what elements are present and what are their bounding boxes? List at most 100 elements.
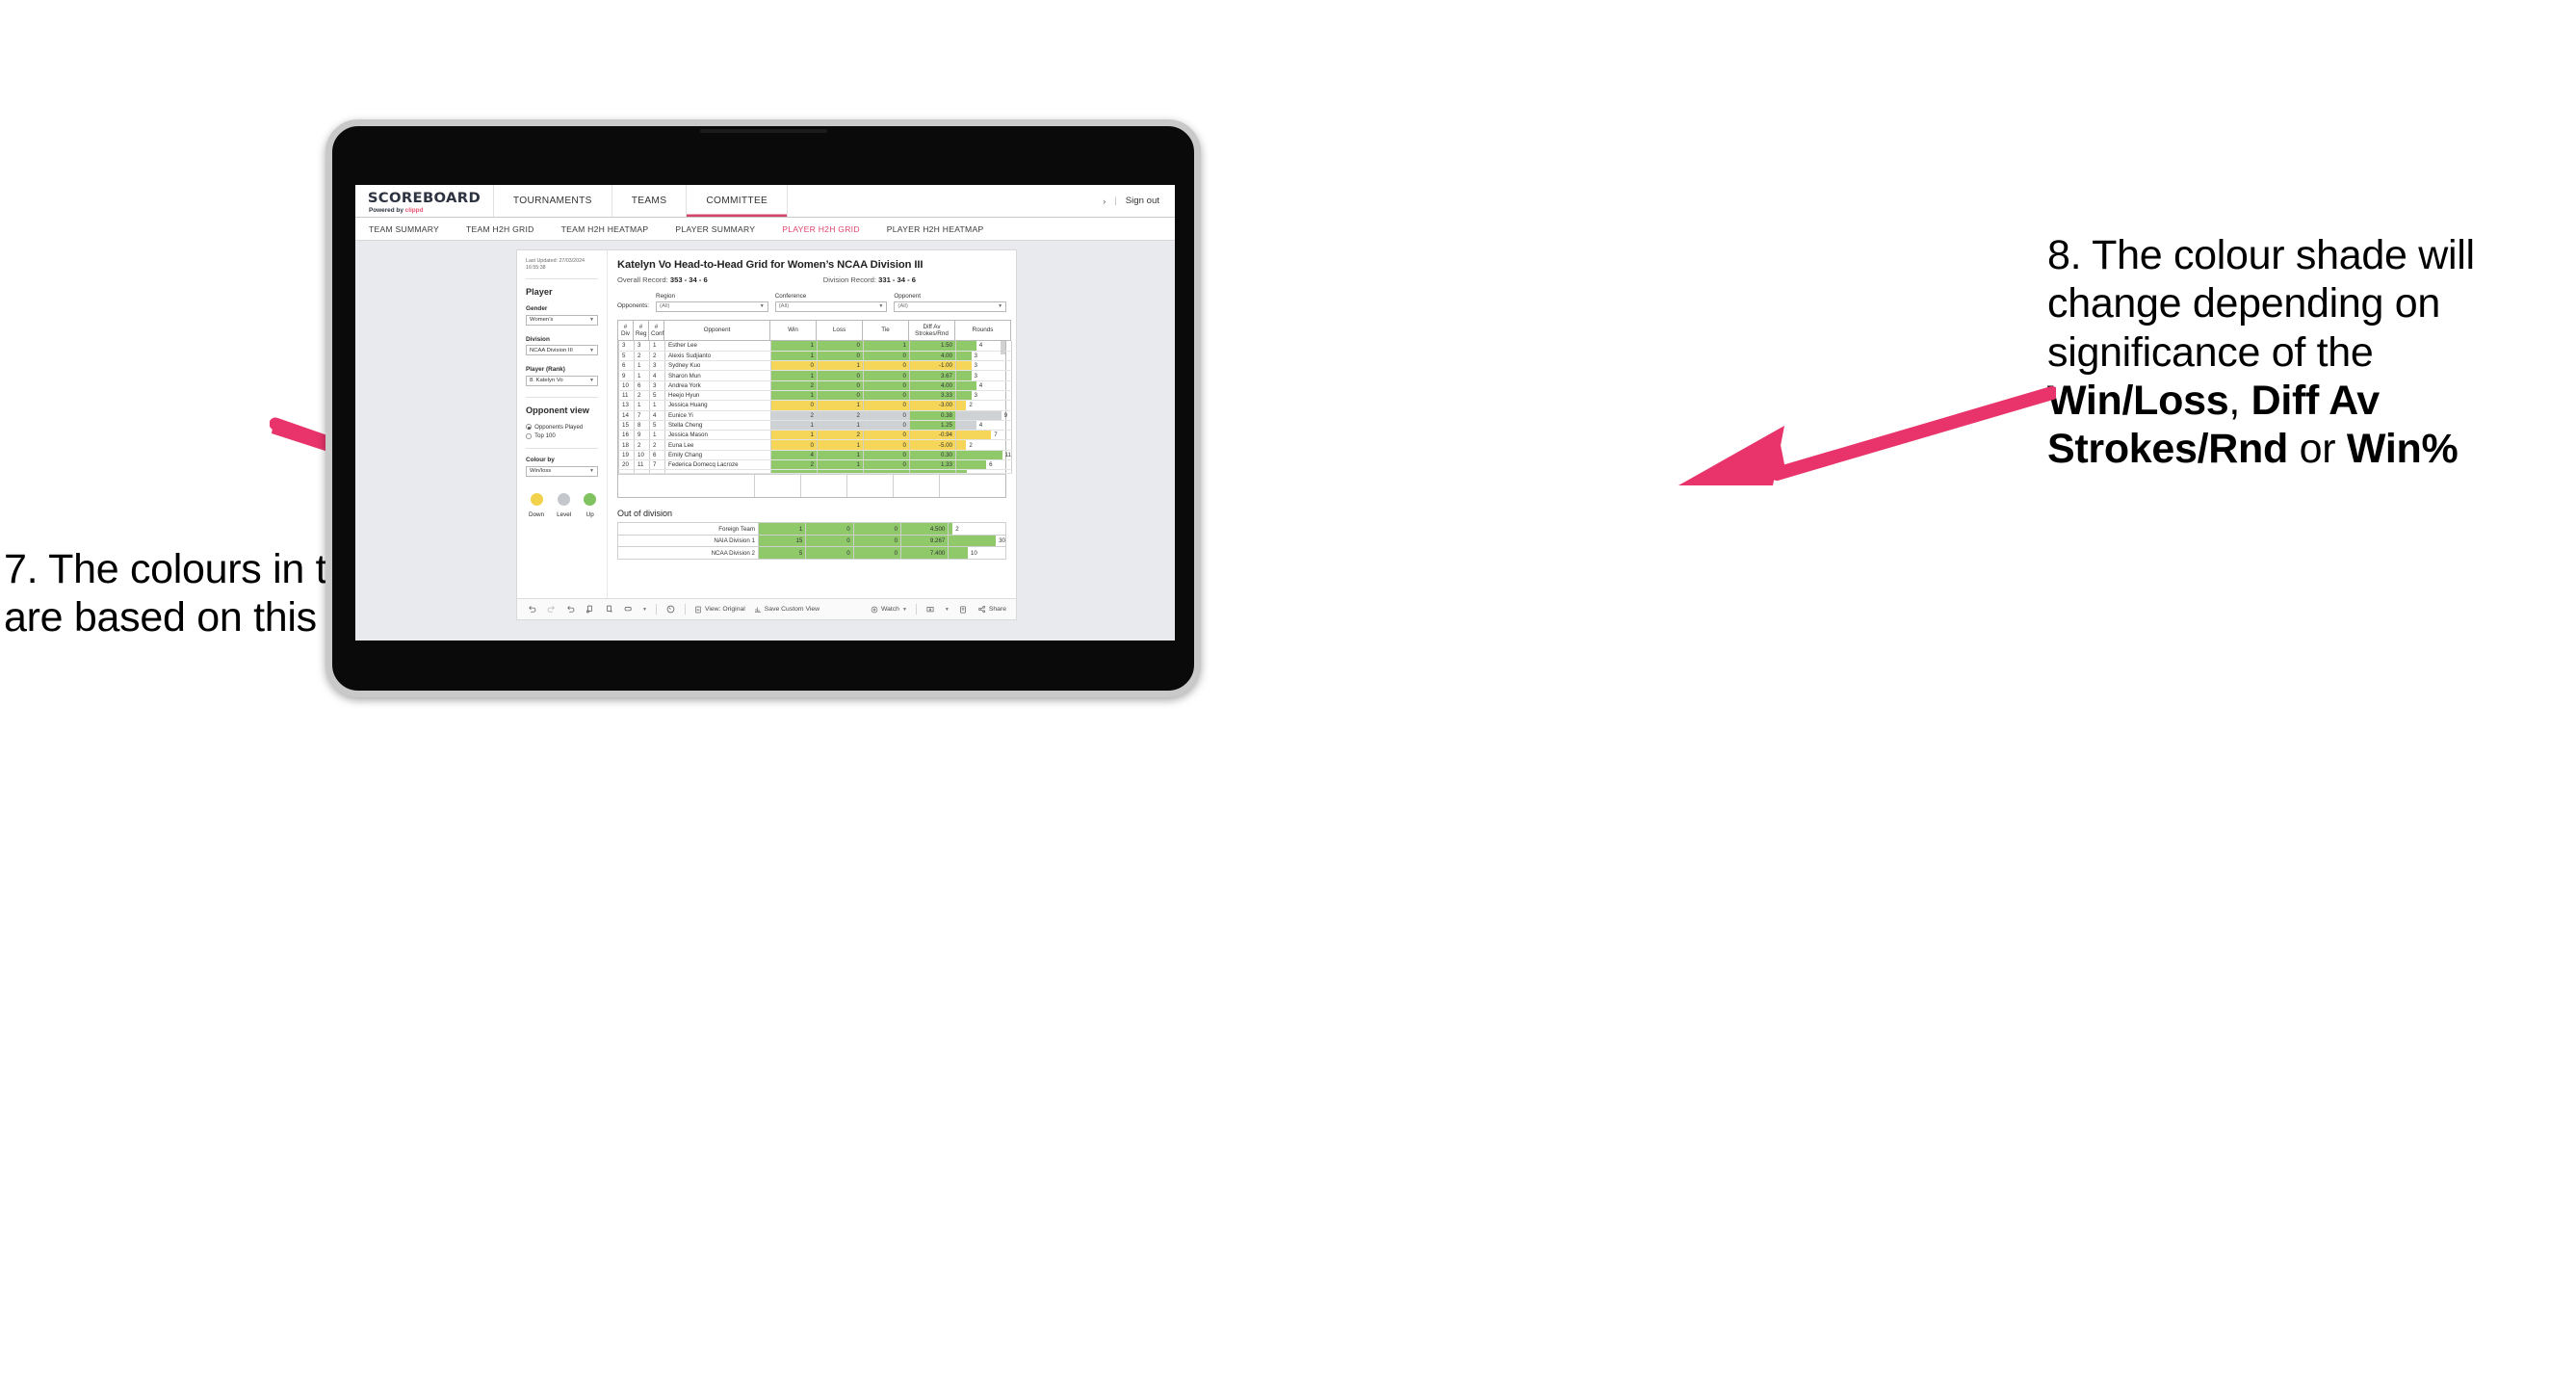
cell-diff: 4.00 — [909, 380, 956, 391]
grid-scrollbar[interactable] — [1001, 340, 1005, 354]
table-header-row: # Div # Reg # Conf Opponent Win Loss Tie Di… — [617, 319, 1011, 341]
sub-nav-item-player-h2h-heatmap[interactable]: PLAYER H2H HEATMAP — [887, 224, 984, 234]
table-row[interactable]: 5 2 2 Alexis Sudjianto 1 0 0 4.00 3 — [618, 351, 1012, 362]
radio-top-100[interactable]: Top 100 — [526, 432, 598, 439]
table-row[interactable]: 6 1 3 Sydney Kuo 0 1 0 -1.00 3 — [618, 360, 1012, 372]
table-row[interactable]: 9 1 4 Sharon Mun 1 0 0 3.67 3 — [618, 370, 1012, 381]
sub-nav-item-team-summary[interactable]: TEAM SUMMARY — [369, 224, 439, 234]
share-button[interactable]: Share — [977, 605, 1006, 614]
cell-rounds: 9 — [955, 410, 1012, 421]
cell-loss: 1 — [817, 439, 864, 451]
brand-logo[interactable]: SCOREBOARD Powered by clippd — [355, 185, 494, 217]
cell-rounds: 4 — [955, 380, 1012, 391]
top-nav-item-tournaments[interactable]: TOURNAMENTS — [494, 185, 612, 217]
chevron-down-icon: ▼ — [901, 606, 907, 613]
tablet-device-frame: SCOREBOARD Powered by clippd TOURNAMENTS… — [325, 119, 1201, 697]
grid-empty-left — [618, 475, 755, 498]
chevron-down-icon: ▼ — [998, 303, 1003, 310]
col-reg-l1: # — [638, 323, 643, 330]
table-row[interactable]: 13 1 1 Jessica Huang 0 1 0 -3.00 2 — [618, 400, 1012, 411]
view-original-label: View: Original — [704, 606, 745, 613]
cell-win: 1 — [770, 351, 818, 362]
chevron-down-icon[interactable]: ▼ — [945, 607, 950, 613]
cell-loss: 1 — [817, 450, 864, 461]
chevron-down-icon[interactable]: ▼ — [642, 607, 647, 613]
table-row[interactable]: 16 9 1 Jessica Mason 1 2 0 -0.94 7 — [618, 430, 1012, 441]
opponent-filter-select[interactable]: (All) ▼ — [894, 301, 1007, 312]
cell-conf: 2 — [649, 351, 665, 362]
sub-nav-item-player-h2h-grid[interactable]: PLAYER H2H GRID — [782, 224, 859, 234]
cell-diff: 0.30 — [909, 450, 956, 461]
fullscreen-icon[interactable] — [958, 604, 969, 615]
sub-nav-item-player-summary[interactable]: PLAYER SUMMARY — [675, 224, 755, 234]
player-rank-select[interactable]: 8. Katelyn Vo ▼ — [526, 375, 598, 386]
save-custom-view-button[interactable]: Save Custom View — [754, 606, 820, 614]
region-filter-select[interactable]: (All) ▼ — [656, 301, 768, 312]
grid-empty-space — [618, 474, 1005, 498]
presentation-mode-icon[interactable] — [665, 604, 676, 615]
division-select[interactable]: NCAA Division III ▼ — [526, 345, 598, 356]
col-tie: Tie — [862, 319, 909, 341]
top-nav-item-committee[interactable]: COMMITTEE — [687, 185, 789, 217]
cell-rounds: 7 — [955, 430, 1012, 441]
table-row[interactable]: NCAA Division 2 5 0 0 7.400 10 — [617, 546, 1006, 560]
colour-by-select[interactable]: Win/loss ▼ — [526, 465, 598, 477]
cell-tie: 0 — [863, 390, 910, 402]
refresh-data-icon[interactable] — [585, 604, 595, 615]
table-row[interactable]: 11 2 5 Heejo Hyun 1 0 0 3.33 3 — [618, 390, 1012, 402]
view-original-button[interactable]: View: Original — [694, 606, 745, 614]
visualization-body: Last Updated: 27/03/2024 16:55:38 Player… — [517, 250, 1016, 598]
chevron-right-icon[interactable]: › — [1103, 196, 1106, 206]
rounds-bar-fill — [956, 410, 1002, 420]
legend-item-level: Level — [557, 492, 571, 518]
sub-nav-item-team-h2h-grid[interactable]: TEAM H2H GRID — [466, 224, 534, 234]
table-row[interactable]: NAIA Division 1 15 0 0 9.267 30 — [617, 534, 1006, 548]
chevron-down-icon: ▼ — [589, 378, 594, 384]
gender-select[interactable]: Women’s ▼ — [526, 314, 598, 326]
table-row-partial[interactable] — [618, 469, 1012, 475]
cell-win: 15 — [757, 534, 807, 548]
region-filter-value: (All) — [660, 303, 670, 310]
cell-tie: 0 — [852, 546, 902, 560]
cell-conf: 4 — [649, 410, 665, 421]
table-row[interactable]: 3 3 1 Esther Lee 1 0 1 1.50 4 — [618, 340, 1012, 352]
cell-loss: 0 — [805, 522, 854, 536]
table-row[interactable]: 19 10 6 Emily Chang 4 1 0 0.30 11 — [618, 450, 1012, 461]
rounds-bar: 2 — [956, 401, 1011, 410]
radio-opponents-played[interactable]: Opponents Played — [526, 424, 598, 431]
conference-filter: Conference (All) ▼ — [774, 293, 888, 312]
table-row[interactable]: 10 6 3 Andrea York 2 0 0 4.00 4 — [618, 380, 1012, 391]
sub-nav-item-team-h2h-heatmap[interactable]: TEAM H2H HEATMAP — [561, 224, 649, 234]
sign-out-link[interactable]: Sign out — [1126, 196, 1159, 206]
filter-pane: Last Updated: 27/03/2024 16:55:38 Player… — [517, 250, 608, 598]
player-rank-label: Player (Rank) — [526, 366, 565, 374]
chevron-down-icon: ▼ — [589, 317, 594, 324]
conference-filter-select[interactable]: (All) ▼ — [774, 301, 888, 312]
pause-auto-update-icon[interactable] — [604, 604, 614, 615]
opponent-filter-label: Opponent — [894, 293, 922, 300]
rounds-bar: 4 — [956, 380, 1011, 390]
download-icon[interactable] — [925, 604, 936, 615]
legend-label-up: Up — [585, 510, 594, 518]
cell-div: 11 — [618, 390, 635, 402]
cell-rounds: 30 — [948, 534, 1006, 548]
cell-win — [770, 469, 818, 475]
redo-icon[interactable] — [546, 604, 557, 615]
top-nav-item-teams[interactable]: TEAMS — [612, 185, 688, 217]
undo-icon[interactable] — [527, 604, 537, 615]
table-row[interactable]: Foreign Team 1 0 0 4.500 2 — [617, 522, 1006, 536]
overall-record-label: Overall Record: — [617, 275, 670, 284]
device-layout-icon[interactable] — [623, 604, 634, 615]
table-row[interactable]: 14 7 4 Eunice Yi 2 2 0 0.38 9 — [618, 410, 1012, 421]
rounds-bar-fill — [956, 401, 967, 410]
table-row[interactable]: 15 8 5 Stella Cheng 1 1 0 1.25 4 — [618, 420, 1012, 431]
table-row[interactable]: 20 11 7 Federica Domecq Lacroze 2 1 0 1.33 6 — [618, 459, 1012, 471]
conference-filter-label: Conference — [774, 293, 807, 300]
revert-icon[interactable] — [565, 604, 576, 615]
watch-button[interactable]: Watch ▼ — [871, 606, 907, 614]
cell-div: 18 — [618, 439, 635, 451]
cell-tie: 0 — [863, 380, 910, 391]
cell-opponent: Esther Lee — [664, 340, 771, 352]
visualization-content: Katelyn Vo Head-to-Head Grid for Women’s… — [608, 250, 1016, 598]
table-row[interactable]: 18 2 2 Euna Lee 0 1 0 -5.00 2 — [618, 439, 1012, 451]
